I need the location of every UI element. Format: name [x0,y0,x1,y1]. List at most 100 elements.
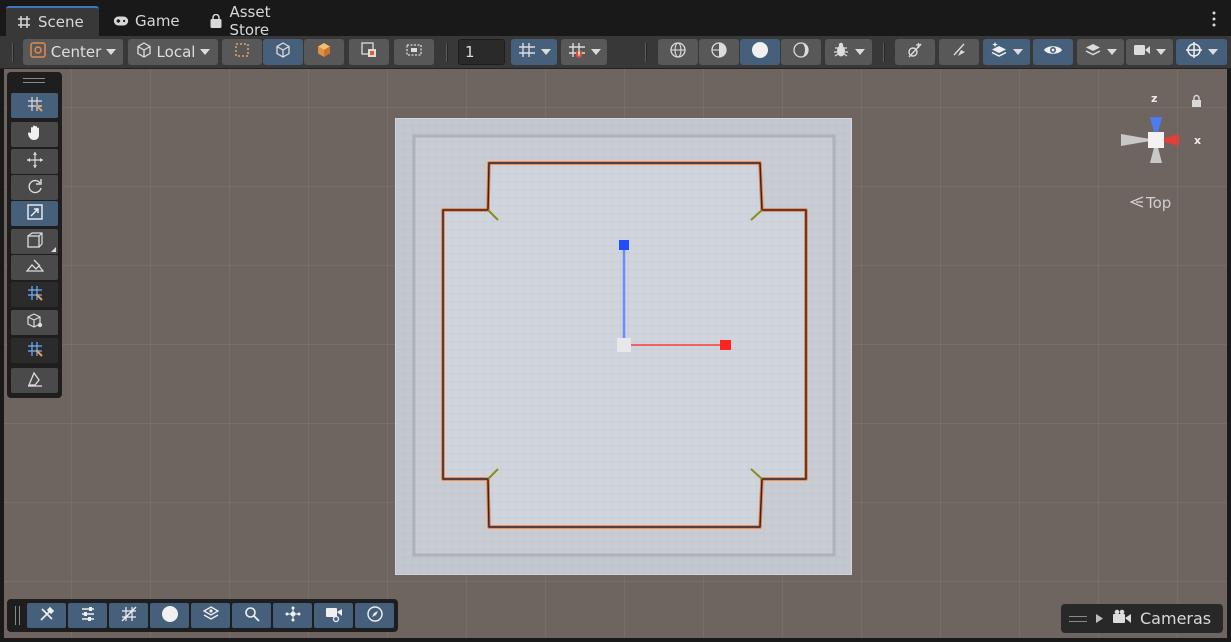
overlay-drag-handle[interactable] [15,606,20,625]
shading-shaded-wireframe-button[interactable] [699,39,739,65]
tab-scene[interactable]: Scene [6,6,99,36]
grid-snap-dropdown[interactable] [561,39,607,65]
overlay-drag-handle[interactable] [23,78,45,83]
overlay-orientation[interactable] [355,603,394,628]
wire-cube-toggle[interactable] [263,39,303,65]
search-icon [243,605,261,627]
scene-visibility-toggle[interactable] [1033,39,1073,65]
chevron-down-icon [590,49,601,55]
tab-label: Asset Store [229,3,271,39]
particles-icon [284,605,302,627]
camera-preview-icon [325,605,343,627]
audio-off-icon [950,41,968,63]
overlay-particles[interactable] [273,603,312,628]
scene-content [395,118,852,575]
more-options-icon[interactable] [1211,10,1217,28]
render-bounds-button[interactable] [394,39,434,65]
expand-arrow-icon[interactable] [1095,609,1104,628]
handle-x-cap[interactable] [720,340,731,350]
perspective-toggle-icon [1129,194,1144,212]
bounds-icon [405,41,423,63]
toggle-2d-button[interactable] [895,39,935,65]
tool-probuilder-cube[interactable] [11,310,58,335]
scene-toolbar: Center Local 1 [0,36,1231,69]
snap-settings-button[interactable] [349,39,389,65]
rect-snap-button[interactable] [222,39,262,65]
shading-shaded-button[interactable] [740,39,780,65]
tool-terrain-sculpt[interactable] [11,255,58,280]
gizmo-center-cube[interactable] [1148,132,1164,148]
tool-rotate[interactable] [11,175,58,200]
shaded-sphere-icon [751,41,769,63]
toggle-audio-button[interactable] [939,39,979,65]
lock-icon[interactable] [1192,94,1201,108]
grid-snap-field[interactable]: 1 [458,39,505,65]
overlay-tool-settings[interactable] [27,603,66,628]
overlay-drag-handle[interactable] [1069,615,1087,622]
tool-view-hand[interactable] [11,122,58,147]
tab-label: Game [135,12,180,30]
tool-scale[interactable] [11,201,58,226]
navmesh-icon [202,605,220,627]
pen-icon [26,370,44,392]
effects-layers-icon [990,41,1008,63]
solid-cube-icon [315,41,333,63]
chevron-down-icon [1013,49,1023,55]
layers-icon [1084,42,1102,62]
tab-game[interactable]: Game [103,6,193,36]
chevron-down-icon [540,49,551,55]
shading-unlit-button[interactable] [781,39,821,65]
tool-grid-brush[interactable] [11,93,58,118]
tool-tile-grid[interactable] [11,338,58,363]
overlay-search[interactable] [232,603,271,628]
camera-icon [1112,609,1132,629]
tool-tile-paint[interactable] [11,282,58,307]
space-mode-label: Local [156,43,196,61]
wireframe-sphere-icon [669,41,687,63]
chevron-down-icon [106,49,117,55]
space-mode-dropdown[interactable]: Local [128,39,218,65]
grid-visibility-dropdown[interactable] [511,39,557,65]
cameras-overlay[interactable]: Cameras [1061,604,1223,633]
toolbar-separator [883,43,885,62]
toolbar-grip[interactable] [12,43,14,62]
grid-magnet-icon [568,42,586,62]
overlay-shading[interactable] [150,603,189,628]
tab-asset-store[interactable]: Asset Store [198,3,322,39]
grid-icon [16,14,32,30]
video-camera-icon [1133,43,1151,61]
cube-edit-icon [26,312,44,334]
view-projection-label[interactable]: Top [1129,194,1172,212]
scene-camera-dropdown[interactable] [1126,39,1173,65]
layers-dropdown[interactable] [1077,39,1124,65]
tool-pen[interactable] [11,368,58,393]
toolbar-separator [645,43,647,62]
shading-wireframe-button[interactable] [658,39,698,65]
compass-icon [366,605,384,627]
gizmos-dropdown[interactable] [1176,39,1227,65]
overlay-grid-snapping[interactable] [109,603,148,628]
overlay-navmesh[interactable] [191,603,230,628]
grid-axis-icon [120,605,138,627]
handle-center[interactable] [617,338,631,352]
debug-draw-mode-dropdown[interactable] [825,39,872,65]
overlay-camera-preview[interactable] [314,603,353,628]
gamepad-icon [113,13,129,29]
rect-dotted-icon [233,41,251,63]
chevron-down-icon [1208,49,1218,55]
effects-dropdown[interactable] [983,39,1030,65]
chevron-down-icon [855,49,865,55]
unlit-sphere-icon [792,41,810,63]
tool-rect[interactable] [11,229,58,254]
grid-axis-icon [518,42,536,62]
solid-cube-button[interactable] [304,39,344,65]
chevron-down-icon [1156,49,1166,55]
tool-move[interactable] [11,149,58,174]
scene-viewport[interactable] [4,69,1227,638]
overlay-transform-settings[interactable] [68,603,107,628]
handle-y-cap[interactable] [619,240,629,250]
pivot-mode-dropdown[interactable]: Center [23,39,123,65]
tools-overlay [7,72,62,398]
local-cube-icon [136,42,152,62]
view-label: Top [1146,194,1172,212]
